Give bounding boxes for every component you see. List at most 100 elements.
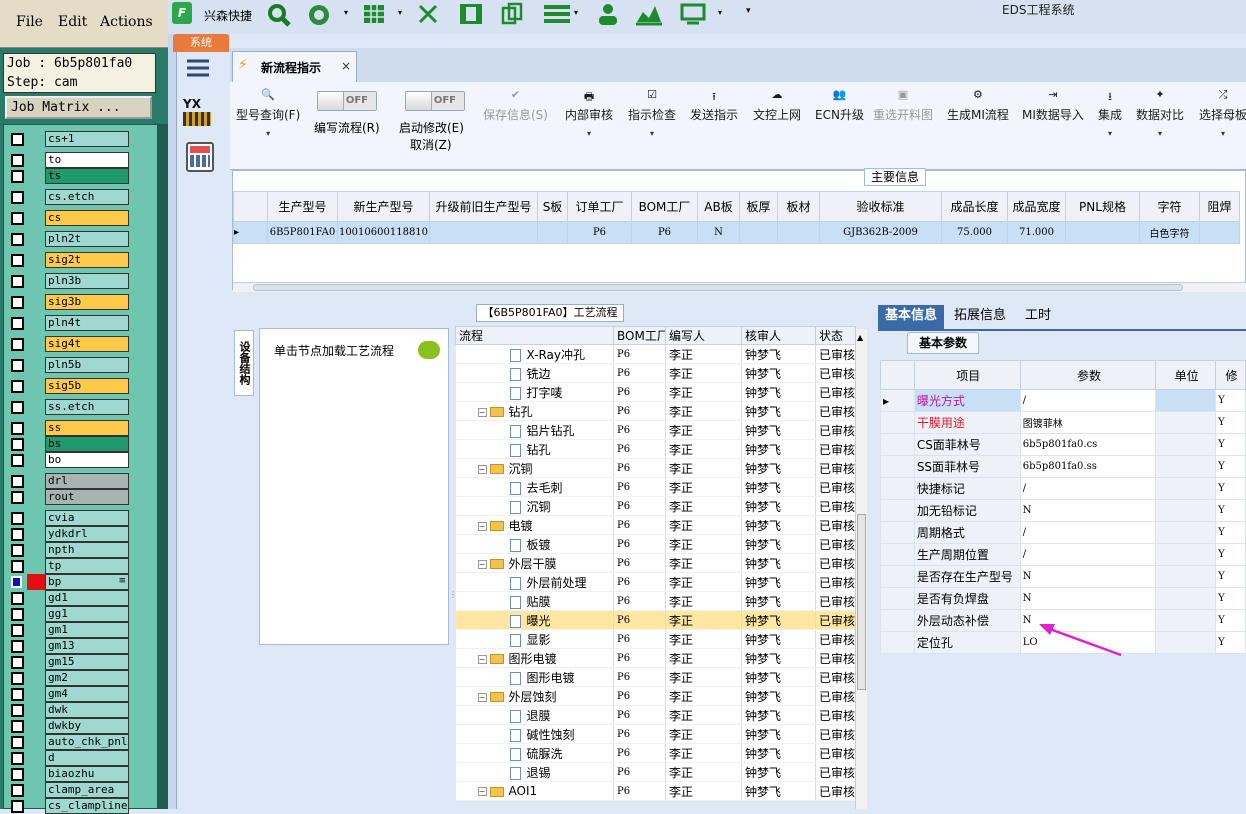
layer-checkbox[interactable] — [11, 438, 24, 451]
tree-row[interactable]: 铣边 P6 李正 钟梦飞 已审核 — [455, 363, 856, 383]
layer-row-gm1[interactable]: gm1 — [7, 622, 132, 638]
tree-cell-status[interactable]: 已审核 — [815, 743, 856, 763]
main-info-hscrollbar[interactable] — [233, 282, 1246, 292]
layer-name[interactable]: ydkdrl — [45, 526, 129, 542]
layer-row-gm15[interactable]: gm15 — [7, 654, 132, 670]
param-value[interactable]: 6b5p801fa0.cs — [1019, 433, 1157, 456]
tree-cell-writer[interactable]: 李正 — [665, 439, 742, 459]
chevron-down-icon[interactable]: ▾ — [628, 129, 676, 138]
tree-row[interactable]: − 钻孔 P6 李正 钟梦飞 已审核 — [455, 401, 856, 421]
tree-node[interactable]: 显影 — [455, 629, 614, 649]
tree-cell-reviewer[interactable]: 钟梦飞 — [741, 439, 816, 459]
param-value[interactable]: N — [1019, 587, 1157, 610]
tree-cell-writer[interactable]: 李正 — [665, 705, 742, 725]
tree-cell-reviewer[interactable]: 钟梦飞 — [741, 743, 816, 763]
table-cell[interactable]: GJB362B-2009 — [819, 221, 942, 244]
param-unit[interactable] — [1155, 411, 1217, 434]
row-header[interactable] — [880, 631, 915, 654]
tree-cell-writer[interactable]: 李正 — [665, 382, 742, 402]
tree-cell-status[interactable]: 已审核 — [815, 363, 856, 383]
param-row[interactable]: ▸ 曝光方式 / Y — [880, 389, 1246, 412]
customize-toolbar-icon[interactable]: ▾ — [746, 6, 751, 32]
layer-checkbox[interactable] — [11, 512, 24, 525]
tree-cell-status[interactable]: 已审核 — [815, 496, 856, 516]
globe-dropdown-icon[interactable]: ▾ — [344, 8, 348, 34]
column-header[interactable]: 字符 — [1139, 191, 1200, 222]
tree-cell-factory[interactable]: P6 — [613, 781, 666, 801]
tree-row[interactable]: − 图形电镀 P6 李正 钟梦飞 已审核 — [455, 648, 856, 668]
chart-icon[interactable] — [634, 2, 664, 28]
layer-checkbox[interactable] — [11, 672, 24, 685]
ribbon-button-wand[interactable]: ✦ 数据对比 ▾ — [1136, 88, 1184, 138]
layer-checkbox[interactable] — [11, 544, 24, 557]
layer-checkbox[interactable] — [11, 768, 24, 781]
layer-checkbox[interactable] — [11, 359, 24, 372]
tree-row[interactable]: − 电镀 P6 李正 钟梦飞 已审核 — [455, 515, 856, 535]
tree-node[interactable]: 图形电镀 — [455, 667, 614, 687]
tree-cell-reviewer[interactable]: 钟梦飞 — [741, 705, 816, 725]
tree-row[interactable]: 硫脲洗 P6 李正 钟梦飞 已审核 — [455, 743, 856, 763]
ribbon-button-import[interactable]: ⇥ MI数据导入 — [1022, 88, 1084, 123]
tree-cell-reviewer[interactable]: 钟梦飞 — [741, 344, 816, 364]
row-header[interactable] — [880, 565, 915, 588]
layer-checkbox[interactable] — [11, 170, 24, 183]
layer-row-cs-clampline[interactable]: cs_clampline — [7, 798, 132, 814]
layer-checkbox[interactable] — [11, 401, 24, 414]
layer-checkbox[interactable] — [11, 317, 24, 330]
tree-node[interactable]: X-Ray冲孔 — [455, 344, 614, 364]
tree-node[interactable]: 去毛刺 — [455, 477, 614, 497]
tree-cell-status[interactable]: 已审核 — [815, 629, 856, 649]
layer-row-to[interactable]: to — [7, 152, 132, 168]
param-flag[interactable]: Y — [1215, 389, 1246, 412]
tree-cell-writer[interactable]: 李正 — [665, 401, 742, 421]
layer-row-dwkby[interactable]: dwkby — [7, 718, 132, 734]
param-flag[interactable]: Y — [1215, 543, 1246, 566]
column-header[interactable]: BOM工厂 — [631, 191, 698, 222]
tree-node[interactable]: 退膜 — [455, 705, 614, 725]
layer-name[interactable]: sig3b — [45, 294, 129, 310]
layer-name[interactable]: cvia — [45, 510, 129, 526]
row-header[interactable] — [880, 455, 915, 478]
tree-cell-factory[interactable]: P6 — [613, 686, 666, 706]
table-dropdown-icon[interactable]: ▾ — [398, 8, 402, 34]
layer-checkbox[interactable] — [11, 338, 24, 351]
column-header[interactable]: 新生产型号 — [337, 191, 430, 222]
column-header[interactable]: 升级前旧生产型号 — [429, 191, 538, 222]
param-unit[interactable] — [1155, 455, 1217, 478]
tree-cell-writer[interactable]: 李正 — [665, 363, 742, 383]
tree-row[interactable]: 退膜 P6 李正 钟梦飞 已审核 — [455, 705, 856, 725]
layer-row-ss[interactable]: ss — [7, 420, 132, 436]
table-cell[interactable]: P6 — [631, 221, 698, 244]
tree-cell-reviewer[interactable]: 钟梦飞 — [741, 781, 816, 801]
user-icon[interactable] — [596, 2, 620, 28]
layer-row-gm13[interactable]: gm13 — [7, 638, 132, 654]
layer-name[interactable]: sig5b — [45, 378, 129, 394]
tree-cell-reviewer[interactable]: 钟梦飞 — [741, 591, 816, 611]
layer-row-sig2t[interactable]: sig2t — [7, 252, 132, 268]
tree-cell-writer[interactable]: 李正 — [665, 458, 742, 478]
layer-row-gm2[interactable]: gm2 — [7, 670, 132, 686]
menu-file[interactable]: File — [16, 14, 43, 30]
tree-row[interactable]: 板镀 P6 李正 钟梦飞 已审核 — [455, 534, 856, 554]
monitor-dropdown-icon[interactable]: ▾ — [718, 8, 722, 34]
tree-node[interactable]: 硫脲洗 — [455, 743, 614, 763]
layer-checkbox[interactable] — [11, 380, 24, 393]
tree-cell-reviewer[interactable]: 钟梦飞 — [741, 724, 816, 744]
layer-checkbox[interactable] — [11, 752, 24, 765]
tree-cell-status[interactable]: 已审核 — [815, 781, 856, 801]
layer-checkbox[interactable] — [11, 491, 24, 504]
layer-name[interactable]: gm1 — [45, 622, 129, 638]
layer-row-npth[interactable]: npth — [7, 542, 132, 558]
param-flag[interactable]: Y — [1215, 499, 1246, 522]
chevron-down-icon[interactable]: ▾ — [1098, 129, 1122, 138]
table-cell[interactable]: 71.000 — [1007, 221, 1066, 244]
collapse-icon[interactable]: − — [477, 787, 487, 796]
layer-checkbox[interactable] — [11, 422, 24, 435]
tree-cell-status[interactable]: 已审核 — [815, 591, 856, 611]
tree-row[interactable]: − 外层干膜 P6 李正 钟梦飞 已审核 — [455, 553, 856, 573]
layer-name[interactable]: cs_clampline — [45, 798, 129, 814]
layer-checkbox[interactable] — [11, 133, 24, 146]
param-unit[interactable] — [1155, 631, 1217, 654]
column-header[interactable]: 阻焊 — [1199, 191, 1240, 222]
process-tree-vscrollbar[interactable]: ▲ — [855, 329, 867, 809]
